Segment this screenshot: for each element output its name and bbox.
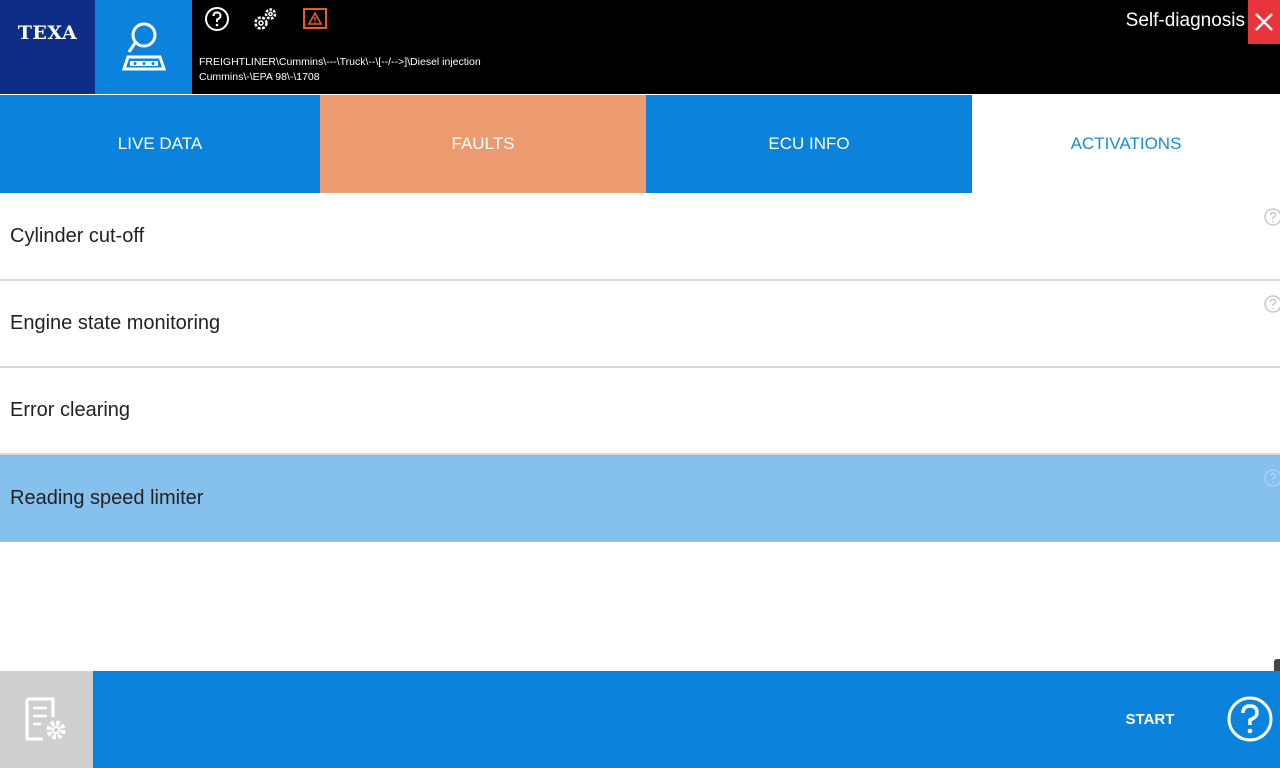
start-button[interactable]: START — [1110, 707, 1190, 731]
breadcrumb-line: Cummins\-\EPA 98\-\1708 — [199, 71, 320, 83]
settings-button[interactable] — [0, 671, 93, 768]
gears-icon[interactable] — [252, 6, 278, 32]
help-icon[interactable] — [204, 6, 230, 32]
brand-logo: TEXA — [0, 0, 95, 94]
tab-live-data[interactable]: LIVE DATA — [0, 95, 320, 193]
breadcrumb-line: FREIGHTLINER\Cummins\---\Truck\--\[--/--… — [199, 56, 481, 68]
help-button[interactable] — [1226, 695, 1274, 743]
bottom-bar: START — [0, 671, 1280, 768]
tab-bar: LIVE DATA FAULTS ECU INFO ACTIVATIONS — [0, 95, 1280, 193]
app-window: TEXA FREIGHTLINER\Cummins\---\Truck\--\[… — [0, 0, 1280, 768]
breadcrumb: FREIGHTLINER\Cummins\---\Truck\--\[--/--… — [199, 55, 481, 85]
diagnosis-button[interactable] — [95, 0, 192, 94]
list-item-cylinder-cut-off[interactable]: Cylinder cut-off — [0, 194, 1280, 281]
top-bar: TEXA FREIGHTLINER\Cummins\---\Truck\--\[… — [0, 0, 1280, 94]
tab-label: ECU INFO — [768, 134, 850, 153]
settings-document-icon — [25, 697, 65, 740]
tab-faults[interactable]: FAULTS — [320, 95, 646, 193]
tab-label: FAULTS — [451, 134, 515, 153]
tab-activations[interactable]: ACTIVATIONS — [972, 95, 1280, 193]
tab-label: ACTIVATIONS — [1070, 134, 1182, 153]
info-icon[interactable] — [1262, 293, 1280, 315]
close-icon — [1255, 13, 1273, 31]
list-item-label: Error clearing — [10, 399, 131, 421]
list-item-engine-state-monitoring[interactable]: Engine state monitoring — [0, 281, 1280, 368]
help-circle-icon — [1227, 696, 1273, 742]
activations-list: Cylinder cut-off Engine state monitoring… — [0, 194, 1280, 542]
info-icon[interactable] — [1262, 206, 1280, 228]
list-item-label: Reading speed limiter — [10, 487, 204, 509]
tab-ecu-info[interactable]: ECU INFO — [646, 95, 972, 193]
tab-label: LIVE DATA — [117, 134, 203, 153]
diagnosis-icon — [121, 22, 166, 71]
list-item-reading-speed-limiter[interactable]: Reading speed limiter — [0, 455, 1280, 542]
close-button[interactable] — [1248, 0, 1280, 44]
logo-text: TEXA — [17, 22, 78, 44]
list-item-label: Cylinder cut-off — [10, 225, 145, 247]
warning-icon[interactable] — [302, 6, 328, 32]
page-title: Self-diagnosis — [1125, 10, 1245, 31]
list-item-error-clearing[interactable]: Error clearing — [0, 368, 1280, 455]
list-item-label: Engine state monitoring — [10, 312, 221, 334]
info-icon[interactable] — [1262, 467, 1280, 489]
